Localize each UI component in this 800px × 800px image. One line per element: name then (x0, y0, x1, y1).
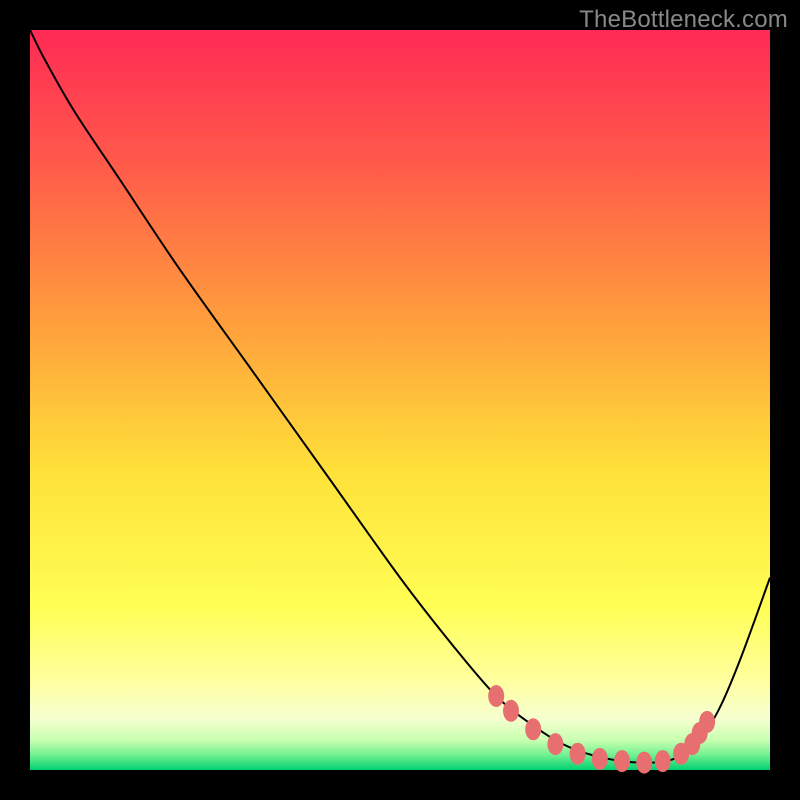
marker-dot (636, 752, 652, 774)
marker-dot (570, 743, 586, 765)
marker-dot (655, 750, 671, 772)
marker-dot (488, 685, 504, 707)
marker-dot (547, 733, 563, 755)
chart-overlay (30, 30, 770, 770)
marker-dot (614, 750, 630, 772)
bottleneck-curve (30, 30, 770, 763)
marker-dot (699, 711, 715, 733)
sweet-spot-markers-group (488, 685, 715, 774)
marker-dot (525, 718, 541, 740)
marker-dot (592, 748, 608, 770)
watermark-text: TheBottleneck.com (579, 6, 788, 34)
chart-frame: TheBottleneck.com (0, 0, 800, 800)
marker-dot (503, 700, 519, 722)
